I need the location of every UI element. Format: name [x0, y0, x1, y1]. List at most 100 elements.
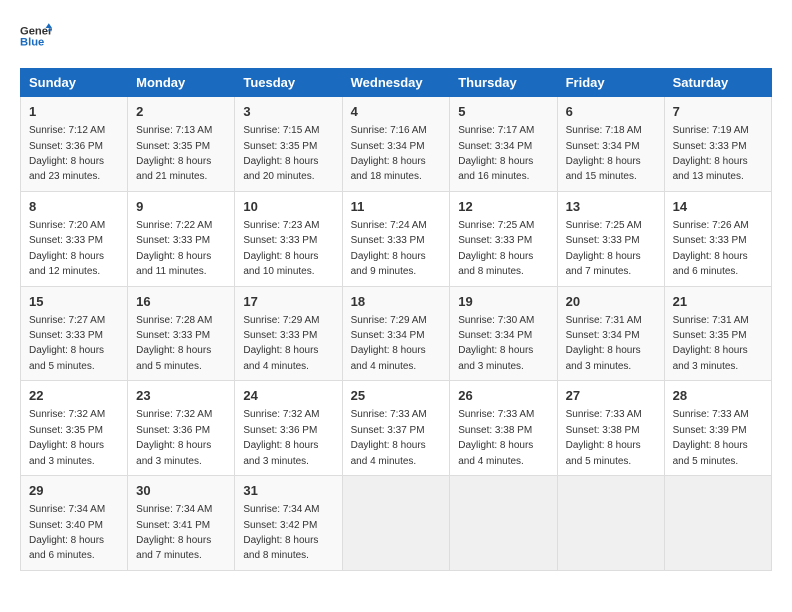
calendar-cell: 6 Sunrise: 7:18 AM Sunset: 3:34 PM Dayli… [557, 97, 664, 192]
day-number: 21 [673, 293, 763, 311]
day-number: 16 [136, 293, 226, 311]
calendar-cell: 13 Sunrise: 7:25 AM Sunset: 3:33 PM Dayl… [557, 191, 664, 286]
day-info: Sunrise: 7:34 AM Sunset: 3:40 PM Dayligh… [29, 504, 105, 561]
day-info: Sunrise: 7:31 AM Sunset: 3:35 PM Dayligh… [673, 315, 749, 372]
day-number: 28 [673, 387, 763, 405]
calendar-week-row: 22 Sunrise: 7:32 AM Sunset: 3:35 PM Dayl… [21, 381, 772, 476]
day-number: 5 [458, 103, 548, 121]
day-number: 31 [243, 482, 333, 500]
day-info: Sunrise: 7:16 AM Sunset: 3:34 PM Dayligh… [351, 125, 427, 182]
day-info: Sunrise: 7:12 AM Sunset: 3:36 PM Dayligh… [29, 125, 105, 182]
day-number: 17 [243, 293, 333, 311]
day-number: 22 [29, 387, 119, 405]
calendar-cell [342, 476, 450, 571]
day-info: Sunrise: 7:18 AM Sunset: 3:34 PM Dayligh… [566, 125, 642, 182]
day-number: 19 [458, 293, 548, 311]
calendar-cell: 18 Sunrise: 7:29 AM Sunset: 3:34 PM Dayl… [342, 286, 450, 381]
calendar-cell: 1 Sunrise: 7:12 AM Sunset: 3:36 PM Dayli… [21, 97, 128, 192]
day-number: 7 [673, 103, 763, 121]
day-info: Sunrise: 7:24 AM Sunset: 3:33 PM Dayligh… [351, 220, 427, 277]
column-header-saturday: Saturday [664, 69, 771, 97]
day-info: Sunrise: 7:20 AM Sunset: 3:33 PM Dayligh… [29, 220, 105, 277]
day-info: Sunrise: 7:22 AM Sunset: 3:33 PM Dayligh… [136, 220, 212, 277]
day-number: 4 [351, 103, 442, 121]
day-number: 20 [566, 293, 656, 311]
calendar-cell: 3 Sunrise: 7:15 AM Sunset: 3:35 PM Dayli… [235, 97, 342, 192]
day-info: Sunrise: 7:33 AM Sunset: 3:38 PM Dayligh… [458, 409, 534, 466]
calendar-cell [664, 476, 771, 571]
calendar-cell: 23 Sunrise: 7:32 AM Sunset: 3:36 PM Dayl… [128, 381, 235, 476]
calendar-cell [450, 476, 557, 571]
calendar-cell: 20 Sunrise: 7:31 AM Sunset: 3:34 PM Dayl… [557, 286, 664, 381]
day-info: Sunrise: 7:31 AM Sunset: 3:34 PM Dayligh… [566, 315, 642, 372]
day-number: 13 [566, 198, 656, 216]
calendar-cell: 28 Sunrise: 7:33 AM Sunset: 3:39 PM Dayl… [664, 381, 771, 476]
day-number: 25 [351, 387, 442, 405]
calendar-table: SundayMondayTuesdayWednesdayThursdayFrid… [20, 68, 772, 571]
day-info: Sunrise: 7:32 AM Sunset: 3:35 PM Dayligh… [29, 409, 105, 466]
calendar-cell: 7 Sunrise: 7:19 AM Sunset: 3:33 PM Dayli… [664, 97, 771, 192]
day-info: Sunrise: 7:15 AM Sunset: 3:35 PM Dayligh… [243, 125, 319, 182]
day-number: 24 [243, 387, 333, 405]
day-number: 6 [566, 103, 656, 121]
calendar-cell: 24 Sunrise: 7:32 AM Sunset: 3:36 PM Dayl… [235, 381, 342, 476]
day-number: 26 [458, 387, 548, 405]
day-info: Sunrise: 7:26 AM Sunset: 3:33 PM Dayligh… [673, 220, 749, 277]
day-number: 15 [29, 293, 119, 311]
calendar-cell: 30 Sunrise: 7:34 AM Sunset: 3:41 PM Dayl… [128, 476, 235, 571]
day-info: Sunrise: 7:28 AM Sunset: 3:33 PM Dayligh… [136, 315, 212, 372]
day-info: Sunrise: 7:23 AM Sunset: 3:33 PM Dayligh… [243, 220, 319, 277]
calendar-cell: 31 Sunrise: 7:34 AM Sunset: 3:42 PM Dayl… [235, 476, 342, 571]
day-info: Sunrise: 7:33 AM Sunset: 3:38 PM Dayligh… [566, 409, 642, 466]
logo-icon: General Blue [20, 20, 52, 52]
day-info: Sunrise: 7:29 AM Sunset: 3:34 PM Dayligh… [351, 315, 427, 372]
column-header-friday: Friday [557, 69, 664, 97]
calendar-cell: 14 Sunrise: 7:26 AM Sunset: 3:33 PM Dayl… [664, 191, 771, 286]
column-header-sunday: Sunday [21, 69, 128, 97]
day-number: 27 [566, 387, 656, 405]
column-header-tuesday: Tuesday [235, 69, 342, 97]
calendar-cell: 4 Sunrise: 7:16 AM Sunset: 3:34 PM Dayli… [342, 97, 450, 192]
calendar-cell: 16 Sunrise: 7:28 AM Sunset: 3:33 PM Dayl… [128, 286, 235, 381]
day-number: 8 [29, 198, 119, 216]
day-number: 3 [243, 103, 333, 121]
day-number: 12 [458, 198, 548, 216]
day-info: Sunrise: 7:34 AM Sunset: 3:41 PM Dayligh… [136, 504, 212, 561]
calendar-week-row: 1 Sunrise: 7:12 AM Sunset: 3:36 PM Dayli… [21, 97, 772, 192]
day-info: Sunrise: 7:30 AM Sunset: 3:34 PM Dayligh… [458, 315, 534, 372]
day-info: Sunrise: 7:25 AM Sunset: 3:33 PM Dayligh… [458, 220, 534, 277]
calendar-cell: 10 Sunrise: 7:23 AM Sunset: 3:33 PM Dayl… [235, 191, 342, 286]
day-info: Sunrise: 7:29 AM Sunset: 3:33 PM Dayligh… [243, 315, 319, 372]
calendar-cell: 8 Sunrise: 7:20 AM Sunset: 3:33 PM Dayli… [21, 191, 128, 286]
day-info: Sunrise: 7:27 AM Sunset: 3:33 PM Dayligh… [29, 315, 105, 372]
calendar-week-row: 29 Sunrise: 7:34 AM Sunset: 3:40 PM Dayl… [21, 476, 772, 571]
day-number: 10 [243, 198, 333, 216]
day-info: Sunrise: 7:17 AM Sunset: 3:34 PM Dayligh… [458, 125, 534, 182]
day-number: 11 [351, 198, 442, 216]
day-info: Sunrise: 7:33 AM Sunset: 3:37 PM Dayligh… [351, 409, 427, 466]
calendar-cell: 5 Sunrise: 7:17 AM Sunset: 3:34 PM Dayli… [450, 97, 557, 192]
calendar-cell: 15 Sunrise: 7:27 AM Sunset: 3:33 PM Dayl… [21, 286, 128, 381]
day-info: Sunrise: 7:34 AM Sunset: 3:42 PM Dayligh… [243, 504, 319, 561]
logo: General Blue [20, 20, 60, 52]
day-number: 18 [351, 293, 442, 311]
column-header-thursday: Thursday [450, 69, 557, 97]
calendar-cell: 26 Sunrise: 7:33 AM Sunset: 3:38 PM Dayl… [450, 381, 557, 476]
calendar-cell: 9 Sunrise: 7:22 AM Sunset: 3:33 PM Dayli… [128, 191, 235, 286]
calendar-cell: 21 Sunrise: 7:31 AM Sunset: 3:35 PM Dayl… [664, 286, 771, 381]
calendar-cell: 2 Sunrise: 7:13 AM Sunset: 3:35 PM Dayli… [128, 97, 235, 192]
day-number: 1 [29, 103, 119, 121]
calendar-week-row: 15 Sunrise: 7:27 AM Sunset: 3:33 PM Dayl… [21, 286, 772, 381]
day-info: Sunrise: 7:13 AM Sunset: 3:35 PM Dayligh… [136, 125, 212, 182]
calendar-cell: 29 Sunrise: 7:34 AM Sunset: 3:40 PM Dayl… [21, 476, 128, 571]
day-number: 9 [136, 198, 226, 216]
column-header-monday: Monday [128, 69, 235, 97]
day-number: 23 [136, 387, 226, 405]
calendar-cell: 25 Sunrise: 7:33 AM Sunset: 3:37 PM Dayl… [342, 381, 450, 476]
day-info: Sunrise: 7:33 AM Sunset: 3:39 PM Dayligh… [673, 409, 749, 466]
calendar-cell: 17 Sunrise: 7:29 AM Sunset: 3:33 PM Dayl… [235, 286, 342, 381]
day-number: 14 [673, 198, 763, 216]
calendar-cell: 11 Sunrise: 7:24 AM Sunset: 3:33 PM Dayl… [342, 191, 450, 286]
day-number: 30 [136, 482, 226, 500]
day-info: Sunrise: 7:32 AM Sunset: 3:36 PM Dayligh… [136, 409, 212, 466]
